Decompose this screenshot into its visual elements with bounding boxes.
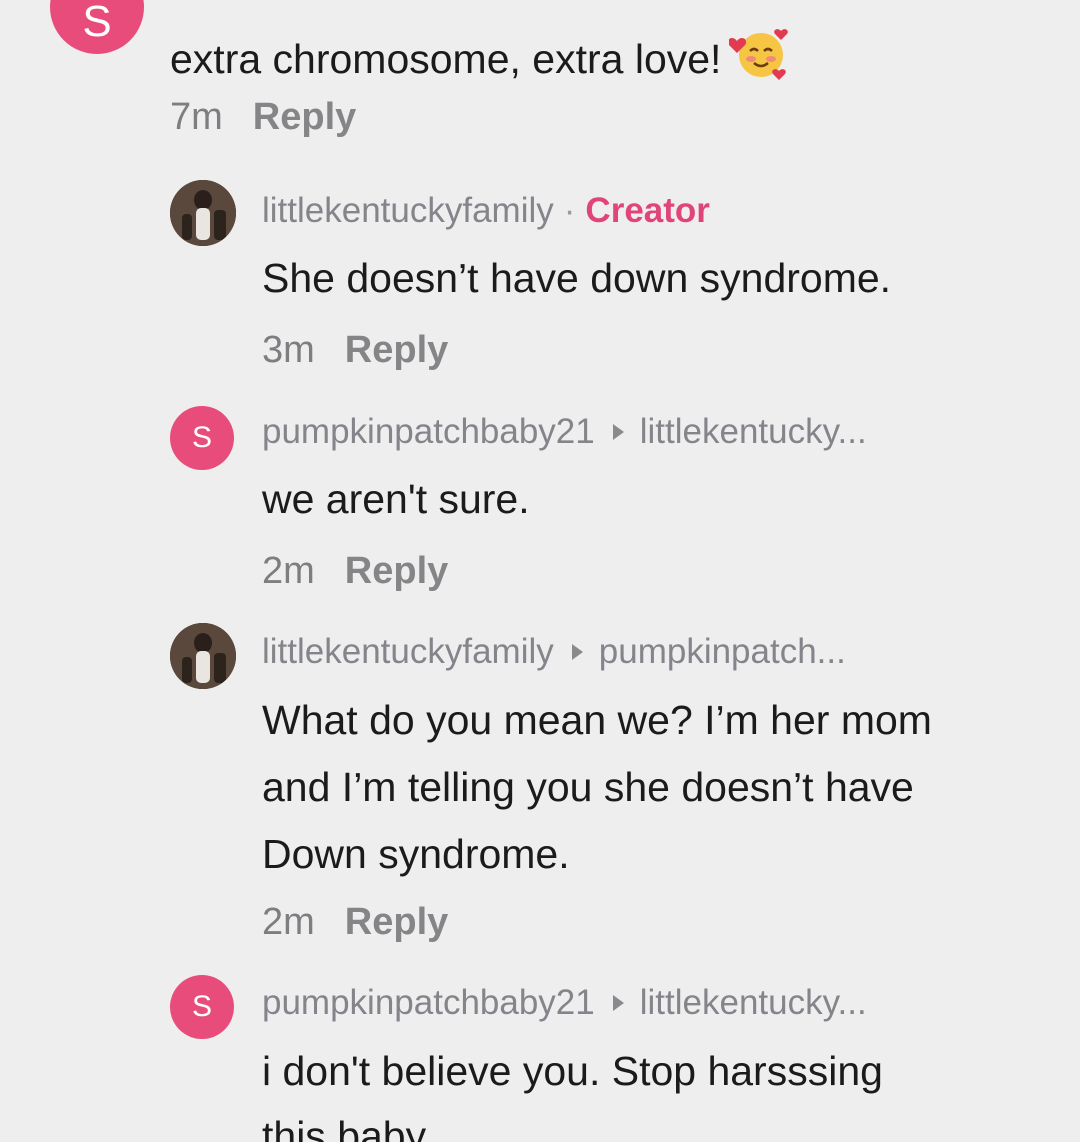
avatar[interactable]: S bbox=[50, 0, 144, 54]
comment-header: littlekentuckyfamily · Creator bbox=[262, 191, 710, 230]
avatar[interactable] bbox=[170, 623, 236, 689]
avatar[interactable]: S bbox=[170, 406, 234, 470]
comment-text-line: What do you mean we? I’m her mom bbox=[262, 697, 932, 743]
comment-meta: 2m Reply bbox=[262, 552, 448, 590]
reply-to-username[interactable]: littlekentucky... bbox=[640, 414, 867, 449]
comment-meta: 3m Reply bbox=[262, 331, 448, 369]
reply-arrow-icon bbox=[612, 423, 624, 440]
comment-text-line: i don't believe you. Stop harsssing bbox=[262, 1048, 883, 1094]
reply-button[interactable]: Reply bbox=[345, 552, 448, 590]
comment-meta: 2m Reply bbox=[262, 903, 448, 941]
username[interactable]: pumpkinpatchbaby21 bbox=[262, 414, 595, 449]
reply-to-username[interactable]: littlekentucky... bbox=[640, 985, 867, 1020]
reply-button[interactable]: Reply bbox=[345, 903, 448, 941]
timestamp: 2m bbox=[262, 901, 315, 943]
timestamp: 3m bbox=[262, 329, 315, 371]
reply-button[interactable]: Reply bbox=[345, 331, 448, 369]
comment-header: littlekentuckyfamily pumpkinpatch... bbox=[262, 634, 846, 669]
comment-text: we aren't sure. bbox=[262, 476, 530, 522]
reply-button[interactable]: Reply bbox=[253, 98, 356, 136]
comment-text-line: this baby bbox=[262, 1113, 427, 1142]
comment-header: pumpkinpatchbaby21 littlekentucky... bbox=[262, 414, 867, 449]
comments-screen: S extra chromosome, extra love! 7m Reply bbox=[0, 0, 1080, 1142]
timestamp: 7m bbox=[170, 96, 223, 138]
comment-text: She doesn’t have down syndrome. bbox=[262, 255, 892, 301]
avatar[interactable] bbox=[170, 180, 236, 246]
username[interactable]: littlekentuckyfamily bbox=[262, 634, 554, 669]
comment-text: extra chromosome, extra love! bbox=[170, 27, 789, 88]
comment-meta: 7m Reply bbox=[170, 98, 356, 136]
username[interactable]: pumpkinpatchbaby21 bbox=[262, 985, 595, 1020]
reply-to-username[interactable]: pumpkinpatch... bbox=[599, 634, 846, 669]
reply-arrow-icon bbox=[571, 643, 583, 660]
reply-arrow-icon bbox=[612, 994, 624, 1011]
smiling-face-with-hearts-icon bbox=[728, 27, 789, 88]
comment-header: pumpkinpatchbaby21 littlekentucky... bbox=[262, 985, 867, 1020]
comment-text-line: Down syndrome. bbox=[262, 831, 570, 877]
avatar[interactable]: S bbox=[170, 975, 234, 1039]
username[interactable]: littlekentuckyfamily bbox=[262, 193, 554, 228]
comment-text-line: and I’m telling you she doesn’t have bbox=[262, 764, 914, 810]
timestamp: 2m bbox=[262, 550, 315, 592]
creator-badge: Creator bbox=[585, 191, 710, 230]
